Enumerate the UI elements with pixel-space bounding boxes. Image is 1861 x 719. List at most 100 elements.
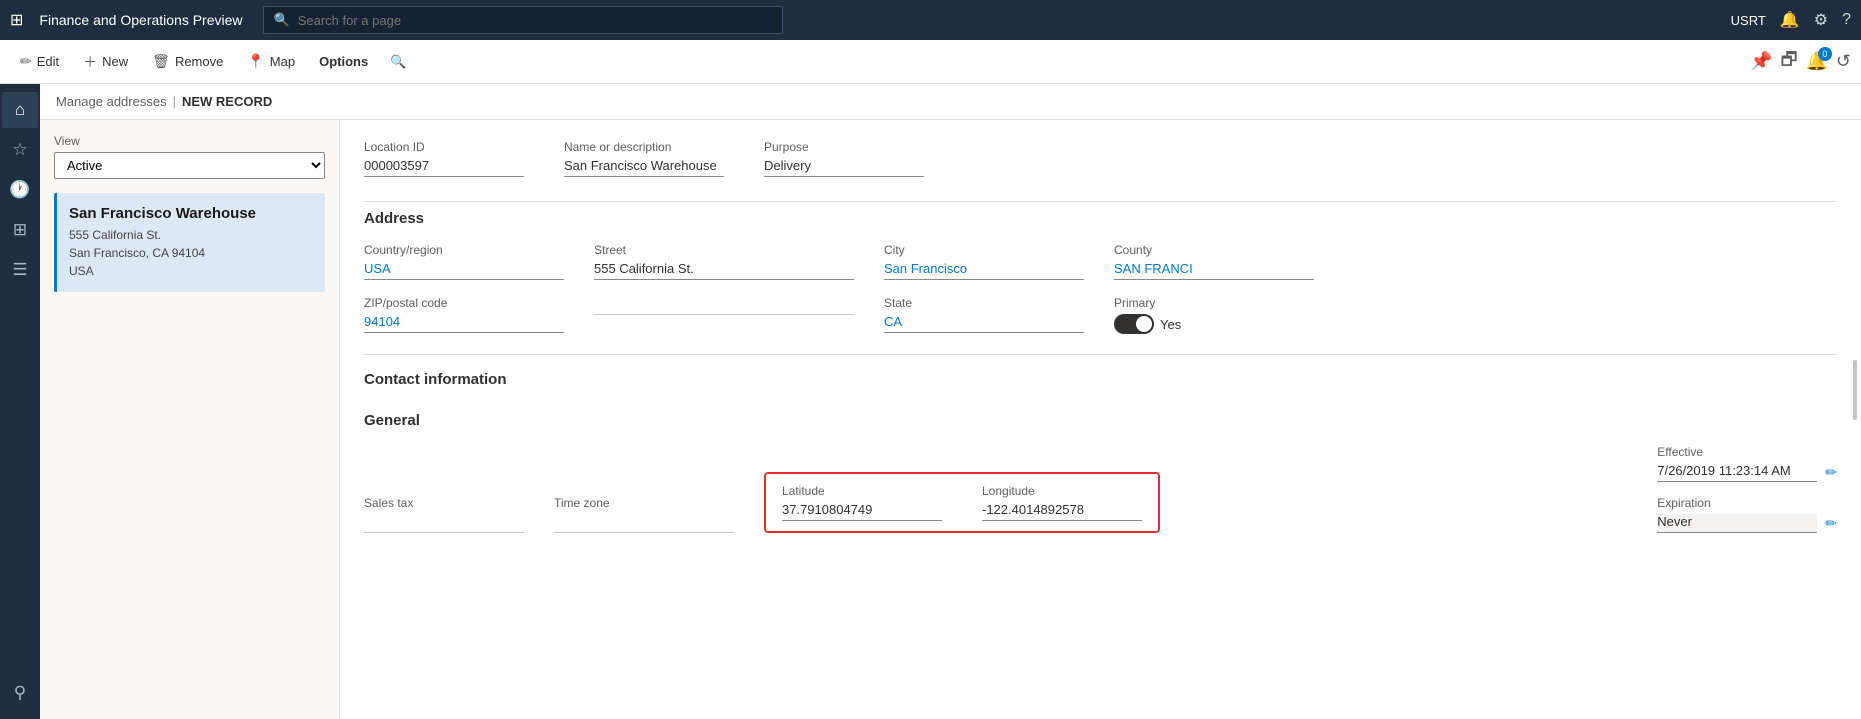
location-id-field: Location ID 000003597: [364, 140, 524, 177]
country-label: Country/region: [364, 243, 564, 257]
content-area: View Active San Francisco Warehouse 555 …: [40, 120, 1861, 719]
general-section-header: General: [364, 404, 1837, 429]
country-field: Country/region USA: [364, 243, 564, 280]
cmd-search-icon[interactable]: 🔍: [382, 49, 414, 75]
username-label: USRT: [1731, 13, 1766, 28]
expiration-field: Expiration Never ✏: [1657, 496, 1837, 533]
latitude-value[interactable]: 37.7910804749: [782, 502, 942, 521]
sidebar-item-modules[interactable]: ☰: [2, 252, 38, 288]
longitude-value[interactable]: -122.4014892578: [982, 502, 1142, 521]
state-field: State CA: [884, 296, 1084, 334]
city-value[interactable]: San Francisco: [884, 261, 1084, 280]
zip-label: ZIP/postal code: [364, 296, 564, 310]
state-label: State: [884, 296, 1084, 310]
address-section-header: Address: [364, 201, 1837, 227]
primary-toggle-label: Yes: [1160, 317, 1181, 332]
address-card[interactable]: San Francisco Warehouse 555 California S…: [54, 193, 325, 292]
longitude-field: Longitude -122.4014892578: [982, 484, 1142, 521]
view-label: View: [54, 134, 325, 148]
breadcrumb: Manage addresses | NEW RECORD: [40, 84, 1861, 120]
map-icon: 📍: [247, 53, 264, 70]
sidebar-item-workspaces[interactable]: ⊞: [2, 212, 38, 248]
options-button[interactable]: Options: [309, 49, 378, 74]
map-button[interactable]: 📍 Map: [237, 48, 305, 75]
new-button[interactable]: ＋ New: [73, 47, 138, 77]
expiration-value[interactable]: Never: [1657, 514, 1817, 533]
city-label: City: [884, 243, 1084, 257]
effective-edit-icon[interactable]: ✏: [1825, 464, 1837, 481]
card-addr-line2: San Francisco, CA 94104: [69, 244, 313, 262]
left-panel: View Active San Francisco Warehouse 555 …: [40, 120, 340, 719]
zip-field: ZIP/postal code 94104: [364, 296, 564, 334]
app-title: Finance and Operations Preview: [39, 12, 242, 28]
timezone-label: Time zone: [554, 496, 734, 510]
notifications-icon[interactable]: 🔔: [1780, 10, 1800, 30]
purpose-label: Purpose: [764, 140, 924, 154]
new-plus-icon: ＋: [83, 52, 97, 72]
expiration-label: Expiration: [1657, 496, 1837, 510]
search-icon: 🔍: [274, 12, 290, 28]
settings-icon[interactable]: ⚙: [1814, 10, 1828, 30]
timezone-field: Time zone: [554, 496, 734, 533]
county-field: County SAN FRANCI: [1114, 243, 1314, 280]
edit-icon: ✏: [20, 53, 32, 70]
effective-label: Effective: [1657, 445, 1837, 459]
effective-value[interactable]: 7/26/2019 11:23:14 AM: [1657, 463, 1817, 482]
contact-section: Contact information: [364, 354, 1837, 388]
timezone-value[interactable]: [554, 514, 734, 533]
primary-toggle[interactable]: [1114, 314, 1154, 334]
sidebar-item-favorites[interactable]: ☆: [2, 132, 38, 168]
street-label: Street: [594, 243, 854, 257]
country-value[interactable]: USA: [364, 261, 564, 280]
sales-tax-label: Sales tax: [364, 496, 524, 510]
remove-button[interactable]: 🗑 Remove: [142, 48, 233, 75]
latitude-label: Latitude: [782, 484, 942, 498]
address-fields: Country/region USA Street 555 California…: [364, 243, 1837, 334]
purpose-value[interactable]: Delivery: [764, 158, 924, 177]
name-description-value[interactable]: San Francisco Warehouse: [564, 158, 724, 177]
view-select[interactable]: Active: [54, 152, 325, 179]
effective-field: Effective 7/26/2019 11:23:14 AM ✏: [1657, 445, 1837, 482]
sidebar-item-home[interactable]: ⌂: [2, 92, 38, 128]
primary-field: Primary Yes: [1114, 296, 1314, 334]
city-field: City San Francisco: [884, 243, 1084, 280]
primary-label: Primary: [1114, 296, 1314, 310]
location-id-label: Location ID: [364, 140, 524, 154]
pin-icon[interactable]: 📌: [1750, 51, 1772, 72]
breadcrumb-separator: |: [173, 94, 176, 109]
purpose-field: Purpose Delivery: [764, 140, 924, 177]
search-input[interactable]: [298, 13, 772, 28]
app-grid-icon[interactable]: ⊞: [10, 10, 23, 30]
sales-tax-value[interactable]: [364, 514, 524, 533]
zip-value[interactable]: 94104: [364, 314, 564, 333]
card-addr-line1: 555 California St.: [69, 226, 313, 244]
help-icon[interactable]: ?: [1842, 11, 1851, 29]
street2-value: [594, 296, 854, 315]
location-id-value[interactable]: 000003597: [364, 158, 524, 177]
scroll-indicator: [1853, 360, 1857, 420]
state-value[interactable]: CA: [884, 314, 1084, 333]
card-name: San Francisco Warehouse: [69, 205, 313, 222]
sales-tax-field: Sales tax: [364, 496, 524, 533]
form-top-fields: Location ID 000003597 Name or descriptio…: [364, 140, 1837, 177]
card-addr-line3: USA: [69, 262, 313, 280]
general-row: Sales tax Time zone Latitude 37.79108047…: [364, 445, 1837, 533]
notification-badge: 0: [1818, 47, 1832, 61]
latitude-field: Latitude 37.7910804749: [782, 484, 942, 521]
expiration-edit-icon[interactable]: ✏: [1825, 515, 1837, 532]
street2-field: [594, 296, 854, 334]
breadcrumb-link[interactable]: Manage addresses: [56, 94, 167, 109]
effective-expiration-panel: Effective 7/26/2019 11:23:14 AM ✏ Expira…: [1657, 445, 1837, 533]
street-field: Street 555 California St.: [594, 243, 854, 280]
county-value[interactable]: SAN FRANCI: [1114, 261, 1314, 280]
edit-button[interactable]: ✏ Edit: [10, 48, 69, 75]
contact-section-header: Contact information: [364, 363, 1837, 388]
search-bar[interactable]: 🔍: [263, 6, 783, 34]
window-icon[interactable]: 🗗: [1781, 47, 1798, 77]
county-label: County: [1114, 243, 1314, 257]
sidebar-filter-icon[interactable]: ⚲: [2, 675, 38, 711]
refresh-icon[interactable]: ↺: [1836, 51, 1851, 72]
street-value[interactable]: 555 California St.: [594, 261, 854, 280]
name-description-label: Name or description: [564, 140, 724, 154]
sidebar-item-recent[interactable]: 🕐: [2, 172, 38, 208]
